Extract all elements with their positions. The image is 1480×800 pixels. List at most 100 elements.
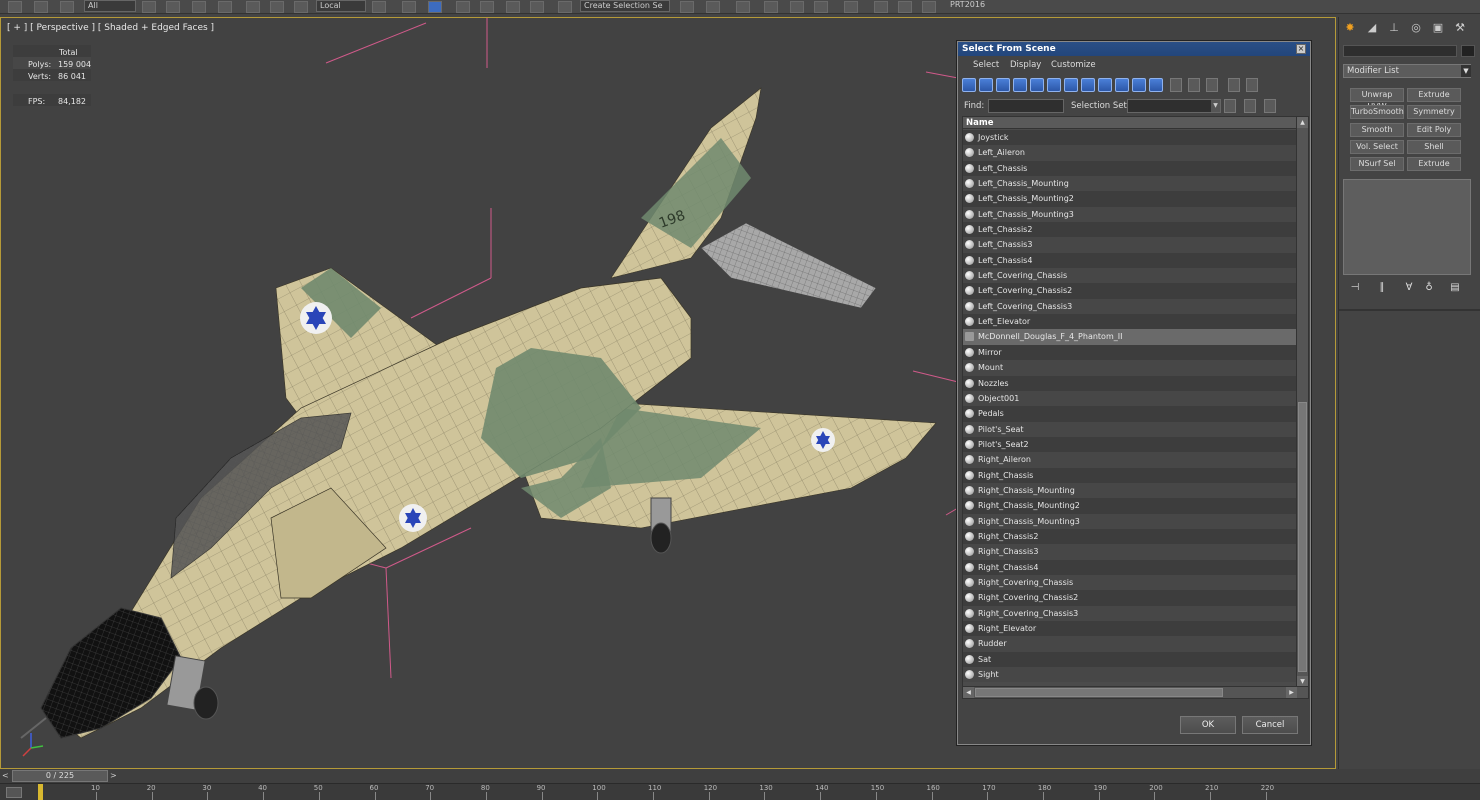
list-item[interactable]: Right_Covering_Chassis3	[963, 605, 1297, 621]
remove-modifier-icon[interactable]: ♁	[1421, 281, 1437, 294]
scene-object-list[interactable]: Name Joystick Left_Aileron Left_Chassis Lef…	[962, 116, 1309, 699]
mirror-icon[interactable]	[680, 1, 694, 13]
add-selection-set-icon[interactable]	[1224, 99, 1236, 113]
scrollbar-thumb[interactable]	[1298, 402, 1307, 672]
rotate-icon[interactable]	[270, 1, 284, 13]
list-item[interactable]: Sat	[963, 651, 1297, 668]
list-item[interactable]: Left_Chassis3	[963, 237, 1297, 253]
track-bar-menu-icon[interactable]	[6, 787, 22, 798]
dialog-title[interactable]: Select From Scene	[958, 42, 1310, 56]
list-item[interactable]: Left_Chassis_Mounting	[963, 176, 1297, 192]
select-by-name-icon[interactable]	[166, 1, 180, 13]
select-none-icon[interactable]	[1188, 78, 1200, 92]
selection-filter-dropdown[interactable]: All	[84, 0, 136, 12]
list-item[interactable]: Left_Chassis_Mounting2	[963, 191, 1297, 207]
list-item[interactable]: Joystick	[963, 130, 1297, 146]
list-item[interactable]: Right_Covering_Chassis2	[963, 590, 1297, 606]
list-item[interactable]: Right_Chassis4	[963, 559, 1297, 575]
unlink-icon[interactable]	[34, 1, 48, 13]
list-item[interactable]: Left_Covering_Chassis2	[963, 283, 1297, 299]
modify-tab-icon[interactable]: ◢	[1364, 21, 1380, 35]
list-item[interactable]: Left_Chassis	[963, 160, 1297, 177]
percent-snap-icon[interactable]	[506, 1, 520, 13]
shell-button[interactable]: Shell	[1407, 140, 1461, 154]
scroll-left-icon[interactable]: ◀	[963, 687, 974, 698]
reference-coordinate-dropdown[interactable]: Local	[316, 0, 366, 12]
list-item[interactable]: Mirror	[963, 344, 1297, 361]
align-icon[interactable]	[706, 1, 720, 13]
rendered-frame-window-icon[interactable]	[874, 1, 888, 13]
list-item[interactable]: Right_Chassis_Mounting3	[963, 513, 1297, 529]
prev-frame-button[interactable]: <	[2, 770, 12, 782]
list-item[interactable]: Left_Chassis_Mounting3	[963, 206, 1297, 223]
selection-set-dropdown[interactable]: ▼	[1127, 99, 1221, 113]
spinner-snap-icon[interactable]	[530, 1, 544, 13]
track-bar[interactable]: 10 20 30 40 50 60 70 80 90 100 110 120 130 140 150 160 1…	[0, 783, 1480, 800]
snaps-toggle-icon[interactable]	[456, 1, 470, 13]
render-iterative-icon[interactable]	[922, 1, 936, 13]
modifier-stack[interactable]	[1343, 179, 1471, 275]
list-item[interactable]: Left_Covering_Chassis3	[963, 298, 1297, 315]
list-item[interactable]: Right_Covering_Chassis	[963, 574, 1297, 591]
list-item[interactable]: Right_Chassis_Mounting	[963, 482, 1297, 499]
symmetry-button[interactable]: Symmetry	[1407, 105, 1461, 119]
filter-options-icon[interactable]	[1246, 78, 1258, 92]
display-geometry-icon[interactable]	[962, 78, 976, 92]
smooth-button[interactable]: Smooth	[1350, 123, 1404, 137]
display-hidden-icon[interactable]	[1149, 78, 1163, 92]
list-item[interactable]: Pedals	[963, 406, 1297, 422]
list-item[interactable]: Pilot's_Seat2	[963, 436, 1297, 453]
bind-space-warp-icon[interactable]	[60, 1, 74, 13]
time-slider[interactable]: 0 / 225	[12, 770, 108, 782]
object-color-swatch[interactable]	[1461, 45, 1475, 57]
named-selection-dropdown[interactable]: Create Selection Se	[580, 0, 670, 12]
list-item[interactable]: Sight	[963, 667, 1297, 683]
scrollbar-thumb[interactable]	[975, 688, 1223, 697]
cancel-button[interactable]: Cancel	[1242, 716, 1298, 734]
list-item[interactable]: Right_Chassis3	[963, 544, 1297, 560]
edit-named-selection-icon[interactable]	[558, 1, 572, 13]
link-icon[interactable]	[8, 1, 22, 13]
scale-icon[interactable]	[294, 1, 308, 13]
menu-select[interactable]: Select	[973, 60, 999, 70]
vertical-scrollbar[interactable]: ▲ ▼	[1296, 117, 1308, 687]
show-end-result-icon[interactable]: ∥	[1374, 281, 1390, 294]
list-item[interactable]: McDonnell_Douglas_F_4_Phantom_II	[963, 329, 1297, 345]
display-xrefs-icon[interactable]	[1081, 78, 1095, 92]
window-crossing-icon[interactable]	[218, 1, 232, 13]
display-cameras-icon[interactable]	[1013, 78, 1027, 92]
nsurf-sel-button[interactable]: NSurf Sel	[1350, 157, 1404, 171]
rectangular-selection-icon[interactable]	[192, 1, 206, 13]
hierarchy-tab-icon[interactable]: ⊥	[1386, 21, 1402, 35]
column-header-name[interactable]: Name	[963, 117, 1297, 129]
configure-modifier-sets-icon[interactable]: ▤	[1447, 281, 1463, 294]
list-item[interactable]: Left_Elevator	[963, 314, 1297, 330]
display-tab-icon[interactable]: ▣	[1430, 21, 1446, 35]
close-icon[interactable]: ×	[1296, 44, 1306, 54]
menu-display[interactable]: Display	[1010, 60, 1041, 70]
list-item[interactable]: Right_Chassis_Mounting2	[963, 498, 1297, 514]
display-frozen-icon[interactable]	[1132, 78, 1146, 92]
find-input[interactable]	[988, 99, 1064, 113]
list-item[interactable]: Right_Chassis2	[963, 528, 1297, 545]
select-all-icon[interactable]	[1170, 78, 1182, 92]
list-item[interactable]: Rudder	[963, 636, 1297, 652]
ok-button[interactable]: OK	[1180, 716, 1236, 734]
create-tab-icon[interactable]: ✸	[1342, 21, 1358, 35]
pivot-center-icon[interactable]	[372, 1, 386, 13]
list-item[interactable]: Nozzles	[963, 375, 1297, 391]
display-lights-icon[interactable]	[996, 78, 1010, 92]
modifier-list-dropdown[interactable]: Modifier List ▼	[1343, 64, 1471, 78]
object-name-field[interactable]	[1343, 45, 1457, 57]
display-groups-icon[interactable]	[1064, 78, 1078, 92]
select-manipulate-icon[interactable]	[402, 1, 416, 13]
viewport-label[interactable]: [ + ] [ Perspective ] [ Shaded + Edged F…	[7, 23, 214, 33]
extrude-button[interactable]: Extrude	[1407, 88, 1461, 102]
utilities-tab-icon[interactable]: ⚒	[1452, 21, 1468, 35]
edit-poly-button[interactable]: Edit Poly	[1407, 123, 1461, 137]
keyboard-shortcut-override-icon[interactable]	[428, 1, 442, 13]
render-production-icon[interactable]	[898, 1, 912, 13]
list-item[interactable]: Mount	[963, 360, 1297, 376]
extrude-button-2[interactable]: Extrude	[1407, 157, 1461, 171]
list-item[interactable]: Object001	[963, 390, 1297, 407]
